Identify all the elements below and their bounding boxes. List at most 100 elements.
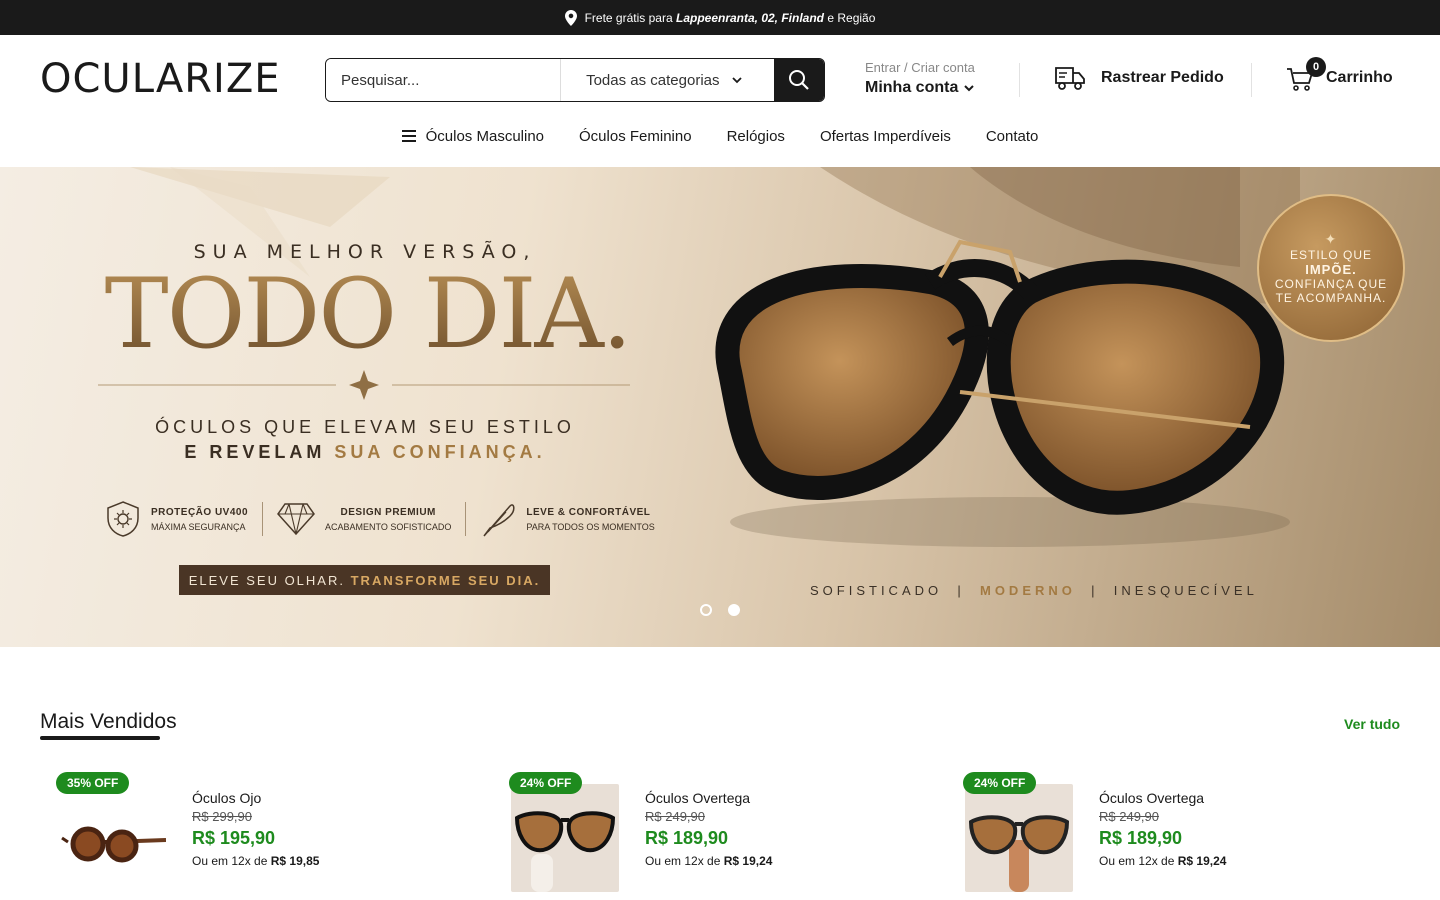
ornament-divider <box>98 370 630 400</box>
account-menu[interactable]: Entrar / Criar conta Minha conta <box>865 60 975 97</box>
badge-line-2: IMPÕE. <box>1305 262 1357 277</box>
product-old-price: R$ 299,90 <box>192 809 252 824</box>
track-order-label: Rastrear Pedido <box>1101 69 1224 86</box>
product-info: Óculos Ojo R$ 299,90 R$ 195,90 Ou em 12x… <box>192 790 319 868</box>
product-card[interactable]: 24% OFF Óculos Overtega R$ 249,90 R$ 189… <box>947 770 1387 900</box>
feature-title: PROTEÇÃO UV400 <box>151 506 249 518</box>
tagline-sep: | <box>1091 583 1099 598</box>
product-card[interactable]: 35% OFF Óculos Ojo R$ 299,90 R$ 195,90 O… <box>40 770 480 900</box>
category-select[interactable]: Todas as categorias <box>560 59 775 101</box>
category-select-label: Todas as categorias <box>586 71 720 89</box>
search-icon <box>789 70 809 90</box>
hamburger-menu-icon <box>401 130 416 142</box>
feature-subtitle: MÁXIMA SEGURANÇA <box>151 521 246 532</box>
nav-item-label: Ofertas Imperdíveis <box>819 127 951 145</box>
store-logo[interactable]: OCULARIZE <box>40 59 281 99</box>
product-old-price: R$ 249,90 <box>645 809 705 824</box>
feather-icon <box>483 504 515 537</box>
cart-link[interactable]: 0 Carrinho <box>1286 57 1393 93</box>
section-title-underline <box>40 736 160 740</box>
delivery-truck-icon <box>1055 67 1085 90</box>
product-installments: Ou em 12x de R$ 19,85 <box>192 854 319 868</box>
installments-value: R$ 19,24 <box>723 854 773 868</box>
hero-headline: TODO DIA. <box>95 259 640 369</box>
feature-design: DESIGN PREMIUM ACABAMENTO SOFISTICADO <box>277 502 451 536</box>
search-bar: Todas as categorias <box>325 58 825 102</box>
feature-title: DESIGN PREMIUM <box>340 506 436 518</box>
feature-list: PROTEÇÃO UV400 MÁXIMA SEGURANÇA DESIGN P… <box>105 500 655 538</box>
nav-item-oculos-feminino[interactable]: Óculos Feminino <box>579 123 692 149</box>
hero-cta-b: TRANSFORME SEU DIA. <box>350 572 541 588</box>
site-header: OCULARIZE Todas as categorias Entrar / C… <box>0 35 1440 123</box>
product-image[interactable] <box>511 784 619 892</box>
login-link[interactable]: Entrar / Criar conta <box>865 60 975 75</box>
product-image[interactable] <box>965 784 1073 892</box>
shipping-suffix: e Região <box>827 10 876 25</box>
installments-prefix: Ou em 12x de <box>192 854 268 868</box>
shipping-location: Lappeenranta, 02, Finland <box>675 10 825 25</box>
product-installments: Ou em 12x de R$ 19,24 <box>645 854 772 868</box>
main-nav: Óculos Masculino Óculos Feminino Relógio… <box>0 123 1440 149</box>
badge-line-4: TE ACOMPANHA. <box>1275 291 1387 305</box>
my-account-toggle[interactable]: Minha conta <box>865 79 975 97</box>
nav-item-contato[interactable]: Contato <box>986 123 1039 149</box>
product-old-price: R$ 249,90 <box>1099 809 1159 824</box>
feature-subtitle: ACABAMENTO SOFISTICADO <box>325 521 452 532</box>
section-title: Mais Vendidos <box>40 710 177 733</box>
sunglasses-image <box>715 239 1290 547</box>
diamond-icon <box>277 503 315 536</box>
feature-divider <box>465 502 467 536</box>
feature-text: PROTEÇÃO UV400 MÁXIMA SEGURANÇA <box>151 507 248 532</box>
feature-text: DESIGN PREMIUM ACABAMENTO SOFISTICADO <box>325 507 451 532</box>
hero-banner[interactable]: SUA MELHOR VERSÃO, TODO DIA. ÓCULOS QUE … <box>0 167 1440 647</box>
chevron-down-icon <box>964 84 975 91</box>
search-button[interactable] <box>774 59 824 101</box>
nav-item-oculos-masculino[interactable]: Óculos Masculino <box>401 123 545 149</box>
cart-label: Carrinho <box>1326 69 1393 86</box>
feature-comfort: LEVE & CONFORTÁVEL PARA TODOS OS MOMENTO… <box>480 500 655 538</box>
product-price: R$ 189,90 <box>645 828 729 848</box>
shield-sun-icon <box>107 501 139 537</box>
view-all-link[interactable]: Ver tudo <box>1344 716 1400 732</box>
product-image[interactable] <box>58 784 166 892</box>
shipping-text: Frete grátis para Lappeenranta, 02, Finl… <box>585 11 876 25</box>
hero-cta-a: ELEVE SEU OLHAR. <box>188 572 345 588</box>
badge-line-3: CONFIANÇA QUE <box>1274 277 1388 291</box>
product-card[interactable]: 24% OFF Óculos Overtega R$ 249,90 R$ 189… <box>493 770 933 900</box>
my-account-label: Minha conta <box>865 79 959 96</box>
product-info: Óculos Overtega R$ 249,90 R$ 189,90 Ou e… <box>1099 790 1226 868</box>
slider-dot-2[interactable] <box>728 604 740 616</box>
installments-prefix: Ou em 12x de <box>1099 854 1175 868</box>
aviator-sunglasses-image <box>511 784 619 892</box>
nav-item-label: Relógios <box>726 127 785 145</box>
tagline-c: INESQUECÍVEL <box>1113 583 1258 598</box>
discount-badge: 24% OFF <box>509 772 583 794</box>
tagline-sep: | <box>957 583 965 598</box>
feature-title: LEVE & CONFORTÁVEL <box>526 506 651 518</box>
track-order-link[interactable]: Rastrear Pedido <box>1054 63 1224 93</box>
feature-text: LEVE & CONFORTÁVEL PARA TODOS OS MOMENTO… <box>526 507 654 532</box>
nav-item-label: Contato <box>985 127 1039 145</box>
tagline-a: SOFISTICADO <box>810 583 943 598</box>
feature-divider <box>262 502 264 536</box>
badge-star-icon: ✦ <box>1324 231 1338 247</box>
map-pin-icon <box>564 9 577 26</box>
feature-subtitle: PARA TODOS OS MOMENTOS <box>526 521 655 532</box>
hero-subline-2b: SUA CONFIANÇA. <box>334 442 546 462</box>
product-installments: Ou em 12x de R$ 19,24 <box>1099 854 1226 868</box>
product-name[interactable]: Óculos Overtega <box>1099 790 1226 806</box>
product-name[interactable]: Óculos Overtega <box>645 790 772 806</box>
installments-value: R$ 19,24 <box>1177 854 1227 868</box>
aviator-sunglasses-image <box>965 784 1073 892</box>
hero-tagline: SOFISTICADO | MODERNO | INESQUECÍVEL <box>810 583 1258 598</box>
slider-dot-1[interactable] <box>700 604 712 616</box>
nav-item-ofertas[interactable]: Ofertas Imperdíveis <box>820 123 951 149</box>
discount-badge: 35% OFF <box>56 772 130 794</box>
search-input[interactable] <box>326 59 561 101</box>
hero-cta-banner: ELEVE SEU OLHAR. TRANSFORME SEU DIA. <box>179 565 550 595</box>
nav-item-relogios[interactable]: Relógios <box>727 123 785 149</box>
discount-badge: 24% OFF <box>963 772 1037 794</box>
product-name[interactable]: Óculos Ojo <box>192 790 319 806</box>
nav-item-label: Óculos Masculino <box>425 127 545 145</box>
product-info: Óculos Overtega R$ 249,90 R$ 189,90 Ou e… <box>645 790 772 868</box>
